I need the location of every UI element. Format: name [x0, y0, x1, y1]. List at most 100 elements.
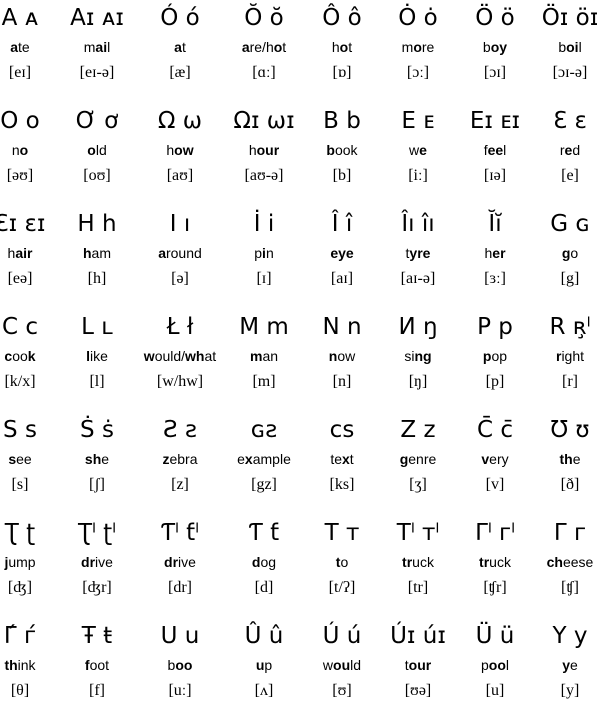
word-part: enre — [408, 451, 437, 467]
ipa-transcription: [ʃ] — [89, 476, 105, 493]
letter-glyph: ɢƨ — [250, 417, 278, 443]
word-part: ink — [17, 657, 36, 673]
word-highlight: g — [399, 451, 409, 467]
ipa-transcription: [z] — [171, 476, 189, 493]
word-part: n — [265, 245, 274, 261]
word-part: ample — [252, 451, 291, 467]
word-part: ould/ — [154, 348, 186, 364]
word-highlight: th — [559, 451, 573, 467]
word-highlight: s — [8, 451, 17, 467]
example-word: up — [219, 656, 309, 674]
word-part: p — [480, 657, 489, 673]
example-word: cheese — [525, 553, 598, 571]
ipa-transcription: [gz] — [251, 476, 277, 493]
word-part: p — [254, 245, 263, 261]
example-word: red — [525, 141, 598, 159]
word-part: ebra — [169, 451, 198, 467]
letter-cell: I ı around [ə] — [135, 210, 225, 289]
example-word: ye — [525, 656, 598, 674]
example-word: go — [525, 244, 598, 262]
letter-glyph: Ƭˡ ƭˡ — [160, 520, 199, 546]
letter-glyph: Û û — [244, 623, 284, 649]
word-highlight: a — [10, 39, 19, 55]
word-part: eese — [562, 554, 594, 570]
word-highlight: th — [4, 657, 18, 673]
ipa-transcription: [ɔɪ-ə] — [552, 64, 588, 81]
example-word: ham — [52, 244, 142, 262]
word-part: te — [330, 451, 342, 467]
letter-glyph: Γ г — [553, 520, 587, 546]
letter-cell: Ơ ơ old [oʊ] — [52, 107, 142, 186]
word-highlight: our — [256, 142, 280, 158]
letter-glyph: Ʈˡ ʈˡ — [77, 520, 116, 546]
word-part: l — [578, 39, 582, 55]
word-highlight: ch — [546, 554, 563, 570]
word-highlight: dr — [164, 554, 179, 570]
word-part: d — [572, 142, 581, 158]
letter-glyph: Ṡ ṡ — [80, 417, 114, 443]
ipa-transcription: [ʧ] — [560, 579, 579, 596]
word-part: uck — [489, 554, 511, 570]
word-part: ld — [350, 657, 362, 673]
example-word: would/what — [135, 347, 225, 365]
example-word: at — [135, 38, 225, 56]
word-highlight: b — [326, 142, 335, 158]
word-highlight: yre — [409, 245, 431, 261]
word-part: n — [11, 142, 20, 158]
word-highlight: oo — [488, 657, 506, 673]
letter-glyph: I ı — [169, 211, 191, 237]
word-highlight: w — [143, 348, 155, 364]
word-part: ee — [16, 451, 32, 467]
letter-glyph: Ó ó — [160, 5, 200, 31]
example-word: drive — [135, 553, 225, 571]
letter-glyph: İ i — [253, 211, 275, 237]
example-word: mail — [52, 38, 142, 56]
letter-cell: R ʀ̧ˡ right [r] — [525, 313, 598, 392]
letter-cell: H h ham [h] — [52, 210, 142, 289]
ipa-transcription: [r] — [562, 373, 578, 390]
word-highlight: eye — [330, 245, 354, 261]
word-highlight: ow — [174, 142, 194, 158]
word-part: ive — [95, 554, 113, 570]
word-part: ook — [334, 142, 358, 158]
word-part: ery — [489, 451, 509, 467]
example-word: right — [525, 347, 598, 365]
word-highlight: oo — [175, 657, 193, 673]
word-highlight: k — [27, 348, 36, 364]
word-part: ow — [337, 348, 356, 364]
word-part: t — [181, 39, 186, 55]
letter-glyph: Ωɪ ωɪ — [233, 108, 295, 134]
ipa-transcription: [aʊ-ə] — [244, 167, 284, 184]
word-highlight: o — [273, 39, 283, 55]
letter-cell: Ʈˡ ʈˡ drive [ʤr] — [52, 519, 142, 598]
example-word: like — [52, 347, 142, 365]
example-word: hour — [219, 141, 309, 159]
word-part: ld — [95, 142, 107, 158]
word-part: at — [204, 348, 217, 364]
ipa-transcription: [ə] — [171, 270, 189, 287]
letter-cell: Ƨ ƨ zebra [z] — [135, 416, 225, 495]
word-part: b — [558, 39, 567, 55]
ipa-transcription: [m] — [252, 373, 276, 390]
letter-cell: M m man [m] — [219, 313, 309, 392]
word-part: o — [340, 554, 349, 570]
letter-cell: Ŏ ŏ are/hot [ɑː] — [219, 4, 309, 83]
word-part: e — [570, 657, 578, 673]
word-highlight: oi — [566, 39, 579, 55]
word-part: ump — [8, 554, 36, 570]
word-part: o — [570, 245, 579, 261]
ipa-transcription: [g] — [560, 270, 580, 287]
letter-glyph: Ŧ ŧ — [81, 623, 113, 649]
word-highlight: ng — [414, 348, 432, 364]
example-word: zebra — [135, 450, 225, 468]
word-highlight: o — [87, 142, 96, 158]
letter-cell: İ i pin [ɪ] — [219, 210, 309, 289]
ipa-transcription: [y] — [560, 682, 580, 699]
letter-cell: Aɪ ᴀɪ mail [eɪ-ə] — [52, 4, 142, 83]
word-highlight: o — [339, 39, 349, 55]
letter-cell: Öɪ öɪ boil [ɔɪ-ə] — [525, 4, 598, 83]
ipa-transcription: [d] — [254, 579, 274, 596]
word-highlight: x — [244, 451, 253, 467]
letter-glyph: G ɢ — [550, 211, 590, 237]
word-part: w — [409, 142, 420, 158]
